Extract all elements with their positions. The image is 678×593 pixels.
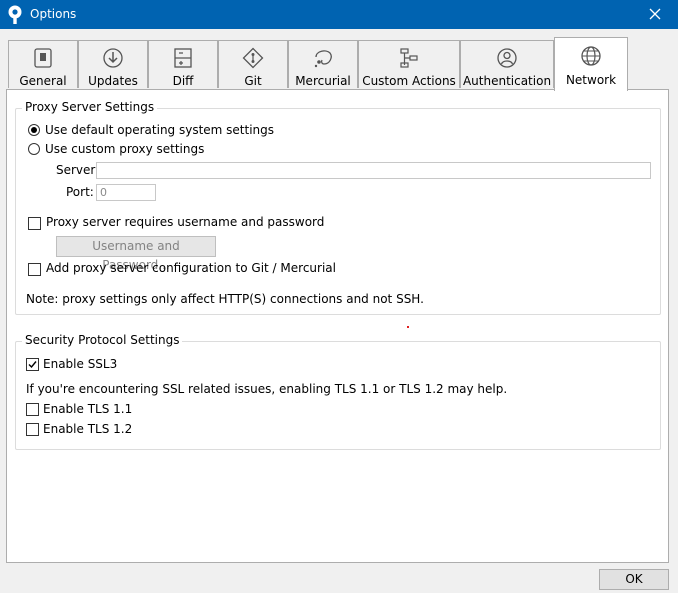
tab-diff[interactable]: Diff xyxy=(148,40,218,88)
git-icon xyxy=(242,47,264,69)
tab-general[interactable]: General xyxy=(8,40,78,88)
tab-label: General xyxy=(19,74,67,88)
enable-tls12-checkbox[interactable] xyxy=(26,423,39,436)
sourcetree-icon xyxy=(8,5,22,24)
enable-ssl3-checkbox[interactable] xyxy=(26,358,39,371)
tab-label: Diff xyxy=(172,74,194,88)
requires-auth-label: Proxy server requires username and passw… xyxy=(46,215,325,229)
mercurial-icon xyxy=(314,50,332,68)
custom-proxy-settings-radio[interactable] xyxy=(28,143,40,155)
username-password-button[interactable]: Username and Password... xyxy=(56,236,216,272)
security-settings-group: Security Protocol Settings Enable SSL3 I… xyxy=(15,333,661,450)
ssl-info-text: If you're encountering SSL related issue… xyxy=(26,382,508,396)
group-title: Proxy Server Settings xyxy=(22,100,158,114)
tab-updates[interactable]: Updates xyxy=(78,40,148,88)
network-icon xyxy=(581,46,601,66)
tab-label: Updates xyxy=(88,74,138,88)
tab-label: Authentication xyxy=(462,74,552,88)
port-label: Port: xyxy=(66,185,94,199)
tab-git[interactable]: Git xyxy=(218,40,288,88)
default-os-settings-label: Use default operating system settings xyxy=(45,123,275,137)
proxy-note: Note: proxy settings only affect HTTP(S)… xyxy=(26,292,424,306)
updates-icon xyxy=(103,48,123,68)
ok-button[interactable]: OK xyxy=(599,569,669,590)
server-label: Server: xyxy=(56,163,100,177)
network-settings-panel: Proxy Server Settings Use default operat… xyxy=(6,89,669,563)
enable-tls11-label: Enable TLS 1.1 xyxy=(43,402,133,416)
enable-tls11-checkbox[interactable] xyxy=(26,403,39,416)
tab-label: Custom Actions xyxy=(362,74,456,88)
default-os-settings-radio[interactable] xyxy=(28,124,40,136)
tab-custom-actions[interactable]: Custom Actions xyxy=(358,40,460,88)
diff-icon xyxy=(174,48,192,68)
server-input[interactable] xyxy=(96,162,651,179)
requires-auth-checkbox[interactable] xyxy=(28,217,41,230)
checkmark-icon xyxy=(28,361,37,369)
add-to-git-checkbox[interactable] xyxy=(28,263,41,276)
group-title: Security Protocol Settings xyxy=(22,333,183,347)
stray-pixel xyxy=(407,326,409,328)
custom-proxy-settings-label: Use custom proxy settings xyxy=(45,142,205,156)
title-bar: Options xyxy=(0,0,678,29)
tab-label: Mercurial xyxy=(295,74,351,88)
tab-label: Git xyxy=(244,74,262,88)
port-input[interactable] xyxy=(96,184,156,201)
proxy-settings-group: Proxy Server Settings Use default operat… xyxy=(15,100,661,315)
close-icon xyxy=(649,8,661,20)
tab-network[interactable]: Network xyxy=(554,37,628,91)
tab-label: Network xyxy=(565,73,617,87)
add-to-git-label: Add proxy server configuration to Git / … xyxy=(46,261,336,275)
close-button[interactable] xyxy=(640,0,670,29)
window-title: Options xyxy=(30,7,77,21)
tab-mercurial[interactable]: Mercurial xyxy=(288,40,358,88)
custom-actions-icon xyxy=(400,48,418,68)
general-icon xyxy=(34,48,52,68)
enable-ssl3-label: Enable SSL3 xyxy=(43,357,118,371)
tab-authentication[interactable]: Authentication xyxy=(460,40,554,88)
authentication-icon xyxy=(497,48,517,68)
enable-tls12-label: Enable TLS 1.2 xyxy=(43,422,133,436)
